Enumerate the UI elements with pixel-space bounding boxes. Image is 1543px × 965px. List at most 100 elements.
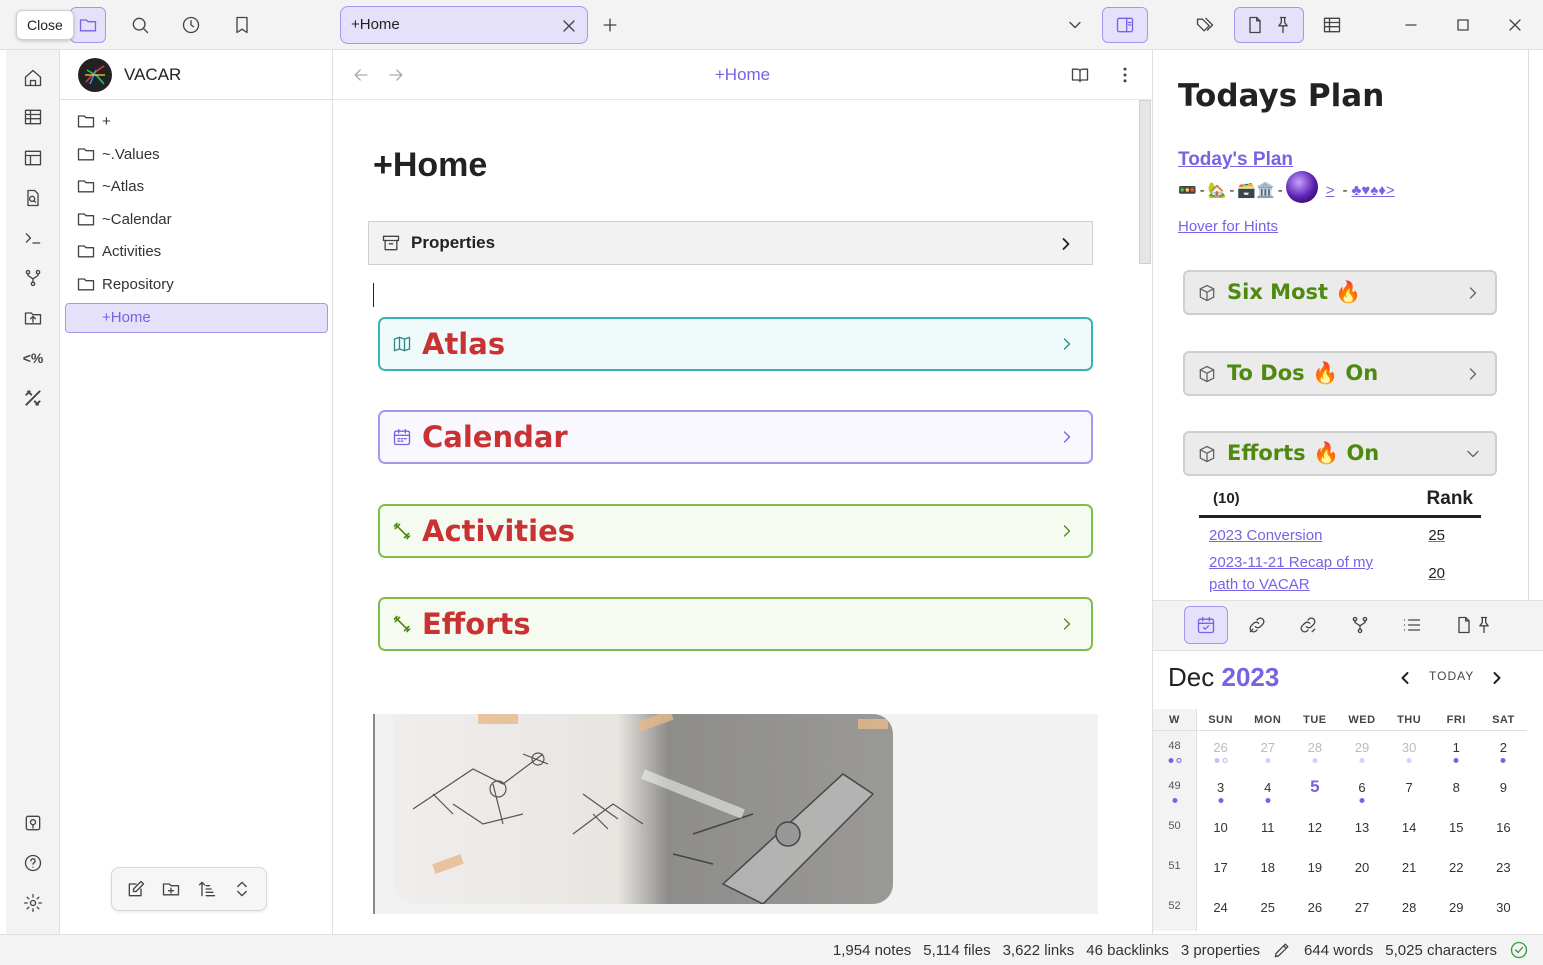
callout-activities[interactable]: Activities [378, 504, 1093, 558]
toggle-right-sidebar-button[interactable] [1102, 7, 1148, 43]
calendar-day[interactable]: 6 [1338, 771, 1385, 803]
effort-link[interactable]: 2023-11-21 Recap of my path to VACAR [1209, 552, 1399, 596]
todays-plan-link[interactable]: Today's Plan [1178, 149, 1293, 171]
callout-efforts[interactable]: Efforts [378, 597, 1093, 651]
calendar-day[interactable]: 3 [1197, 771, 1244, 803]
settings-button[interactable] [22, 892, 44, 914]
tab-graph[interactable] [1338, 606, 1382, 644]
calendar-day[interactable]: 27 [1244, 731, 1291, 763]
calendar-day[interactable]: 8 [1433, 771, 1480, 795]
table-view-button[interactable] [1314, 7, 1350, 43]
tab-outgoing-links[interactable] [1286, 606, 1330, 644]
effort-link[interactable]: 2023 Conversion [1209, 527, 1322, 544]
expand-collapse-icon[interactable] [232, 879, 252, 899]
calendar-day[interactable]: 27 [1338, 891, 1385, 915]
callout-to-dos[interactable]: To Dos 🔥 On [1183, 351, 1497, 396]
emoji-link[interactable]: 🏡 [1208, 181, 1227, 199]
new-folder-icon[interactable] [161, 879, 181, 899]
tab-list-button[interactable] [1057, 7, 1093, 43]
graph-button[interactable] [22, 267, 44, 289]
folder-item[interactable]: Activities [76, 238, 161, 264]
calendar-day[interactable]: 7 [1386, 771, 1433, 795]
calendar-day[interactable]: 22 [1433, 851, 1480, 875]
calendar-day[interactable]: 13 [1338, 811, 1385, 835]
recent-files-button[interactable] [173, 7, 209, 43]
calendar-day[interactable]: 24 [1197, 891, 1244, 915]
backlinks-count[interactable]: 46 backlinks [1086, 942, 1169, 959]
calendar-day[interactable]: 28 [1291, 731, 1338, 763]
pencil-icon[interactable] [1272, 940, 1292, 960]
folder-item[interactable]: + [76, 108, 111, 134]
calendar-day[interactable]: 15 [1433, 811, 1480, 835]
bookmarks-button[interactable] [224, 7, 260, 43]
calendar-day[interactable]: 18 [1244, 851, 1291, 875]
home-button[interactable] [22, 67, 44, 89]
properties-count[interactable]: 3 properties [1181, 942, 1260, 959]
week-number[interactable]: 50 [1153, 811, 1197, 851]
calendar-day[interactable]: 29 [1433, 891, 1480, 915]
search-button[interactable] [122, 7, 158, 43]
callout-efforts-on[interactable]: Efforts 🔥 On [1183, 431, 1497, 476]
next-month-icon[interactable] [1487, 668, 1507, 688]
week-number[interactable]: 52 [1153, 891, 1197, 931]
emoji-link[interactable]: > [1326, 182, 1335, 199]
callout-calendar[interactable]: Calendar [378, 410, 1093, 464]
minimize-button[interactable] [1393, 7, 1429, 43]
spreadsheet-button[interactable] [22, 106, 44, 128]
tab-calendar[interactable] [1184, 606, 1228, 644]
calendar-day[interactable]: 20 [1338, 851, 1385, 875]
folder-item[interactable]: Repository [76, 271, 174, 297]
calendar-day[interactable]: 4 [1244, 771, 1291, 803]
maximize-button[interactable] [1445, 7, 1481, 43]
hover-hints-link[interactable]: Hover for Hints [1178, 218, 1278, 235]
week-number[interactable]: 48 [1153, 731, 1197, 771]
calendar-day[interactable]: 14 [1386, 811, 1433, 835]
calendar-day-today[interactable]: 5 [1291, 771, 1338, 797]
emoji-link[interactable]: 🗃️🏛️ [1237, 181, 1274, 199]
calendar-day[interactable]: 2 [1480, 731, 1527, 763]
calendar-day[interactable]: 17 [1197, 851, 1244, 875]
calendar-day[interactable]: 21 [1386, 851, 1433, 875]
calendar-day[interactable]: 12 [1291, 811, 1338, 835]
week-number[interactable]: 51 [1153, 851, 1197, 891]
callout-atlas[interactable]: Atlas [378, 317, 1093, 371]
calendar-day[interactable]: 25 [1244, 891, 1291, 915]
templater-button[interactable]: <% [22, 347, 44, 369]
emoji-link[interactable]: ♣♥♠♦> [1352, 182, 1395, 199]
calendar-day[interactable]: 1 [1433, 731, 1480, 763]
calendar-day[interactable]: 28 [1386, 891, 1433, 915]
previous-month-icon[interactable] [1395, 668, 1415, 688]
sketch-image[interactable] [393, 714, 893, 904]
calendar-day[interactable]: 11 [1244, 811, 1291, 835]
right-scrollbar[interactable] [1528, 50, 1529, 600]
table-row[interactable]: 2023-11-21 Recap of my path to VACAR 20 [1199, 552, 1481, 596]
vault-header[interactable]: VACAR [60, 50, 332, 100]
close-icon[interactable] [559, 16, 579, 36]
folder-item[interactable]: ~Atlas [76, 173, 144, 199]
folder-item[interactable]: ~.Values [76, 141, 160, 167]
sync-check-icon[interactable] [1509, 940, 1529, 960]
editor-title[interactable]: +Home [333, 65, 1152, 85]
purple-orb-icon[interactable] [1285, 171, 1318, 203]
today-button[interactable]: TODAY [1429, 669, 1474, 683]
calendar-day[interactable]: 19 [1291, 851, 1338, 875]
calendar-day[interactable]: 26 [1291, 891, 1338, 915]
calendar-day[interactable]: 9 [1480, 771, 1527, 795]
vault-switcher-button[interactable] [22, 812, 44, 834]
emoji-link[interactable]: 🚥 [1178, 181, 1197, 199]
folder-item[interactable]: ~Calendar [76, 206, 172, 232]
calendar-day[interactable]: 10 [1197, 811, 1244, 835]
new-note-icon[interactable] [126, 879, 146, 899]
sort-icon[interactable] [197, 879, 217, 899]
import-button[interactable] [22, 307, 44, 329]
calendar-day[interactable]: 16 [1480, 811, 1527, 835]
tab-outline[interactable] [1390, 606, 1434, 644]
tab-backlinks[interactable] [1235, 606, 1279, 644]
layout-button[interactable] [22, 147, 44, 169]
week-number[interactable]: 49 [1153, 771, 1197, 811]
help-button[interactable] [22, 852, 44, 874]
tab-home[interactable]: +Home [340, 6, 588, 44]
tools-button[interactable] [22, 387, 44, 409]
calendar-day[interactable]: 30 [1480, 891, 1527, 915]
calendar-day[interactable]: 26 [1197, 731, 1244, 763]
